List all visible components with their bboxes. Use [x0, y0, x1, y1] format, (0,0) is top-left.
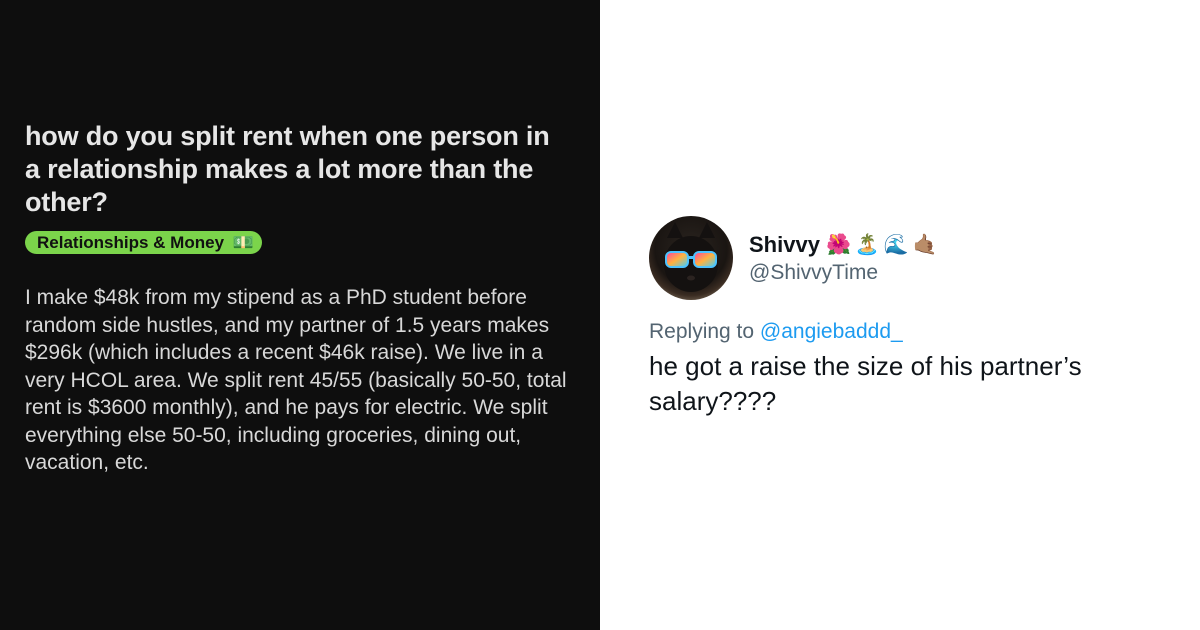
flair-label: Relationships & Money	[37, 233, 225, 252]
display-name-text: Shivvy	[749, 231, 820, 257]
replying-handle-link[interactable]: @angiebaddd_	[760, 320, 903, 343]
post-body: I make $48k from my stipend as a PhD stu…	[25, 286, 567, 474]
replying-to: Replying to @angiebaddd_	[649, 318, 1160, 345]
reddit-post-panel: how do you split rent when one person in…	[0, 0, 600, 630]
tweet-text: he got a raise the size of his partner’s…	[649, 351, 1082, 416]
tweet-header: Shivvy 🌺🏝️🌊🤙🏽 @ShivvyTime	[649, 216, 1160, 300]
post-title[interactable]: how do you split rent when one person in…	[25, 120, 565, 219]
name-emojis: 🌺🏝️🌊🤙🏽	[825, 233, 942, 256]
post-flair[interactable]: Relationships & Money 💵	[25, 231, 262, 254]
avatar[interactable]	[649, 216, 733, 300]
cat-sunglasses-icon	[664, 222, 718, 292]
money-icon: 💵	[232, 233, 254, 252]
user-meta: Shivvy 🌺🏝️🌊🤙🏽 @ShivvyTime	[749, 231, 942, 286]
user-handle[interactable]: @ShivvyTime	[749, 259, 942, 286]
display-name[interactable]: Shivvy 🌺🏝️🌊🤙🏽	[749, 231, 942, 259]
replying-prefix: Replying to	[649, 320, 755, 343]
tweet-panel: Shivvy 🌺🏝️🌊🤙🏽 @ShivvyTime Replying to @a…	[600, 0, 1200, 630]
